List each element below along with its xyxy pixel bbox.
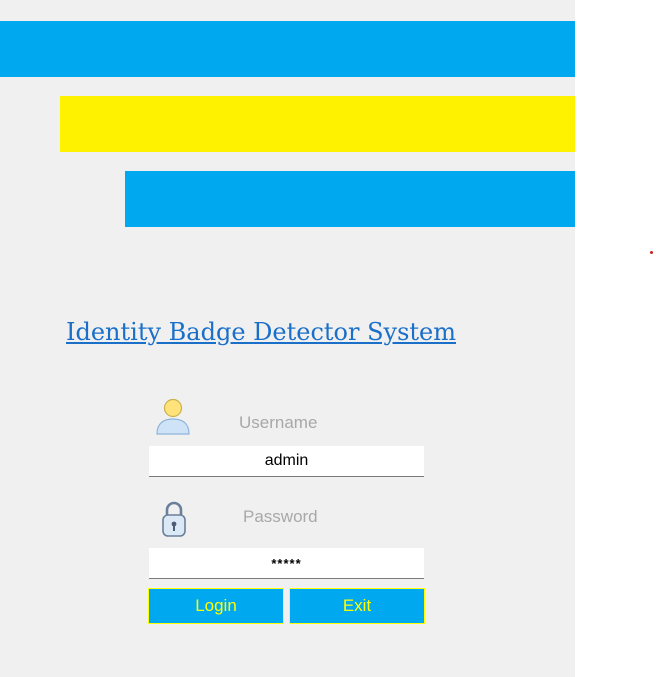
password-label: Password bbox=[243, 507, 318, 526]
username-input[interactable] bbox=[149, 446, 424, 477]
password-input[interactable] bbox=[149, 548, 424, 579]
username-label: Username bbox=[239, 413, 318, 432]
lock-icon bbox=[161, 500, 187, 538]
header-stripe-blue-top bbox=[0, 21, 575, 77]
user-icon bbox=[155, 398, 191, 436]
header-stripe-blue-bottom bbox=[125, 171, 575, 227]
main-panel: Identity Badge Detector System Username … bbox=[0, 0, 575, 677]
header-stripe-yellow bbox=[60, 96, 575, 152]
page-title[interactable]: Identity Badge Detector System bbox=[66, 318, 456, 346]
red-dot-marker bbox=[650, 251, 653, 254]
login-button[interactable]: Login bbox=[148, 588, 284, 624]
exit-button[interactable]: Exit bbox=[289, 588, 425, 624]
